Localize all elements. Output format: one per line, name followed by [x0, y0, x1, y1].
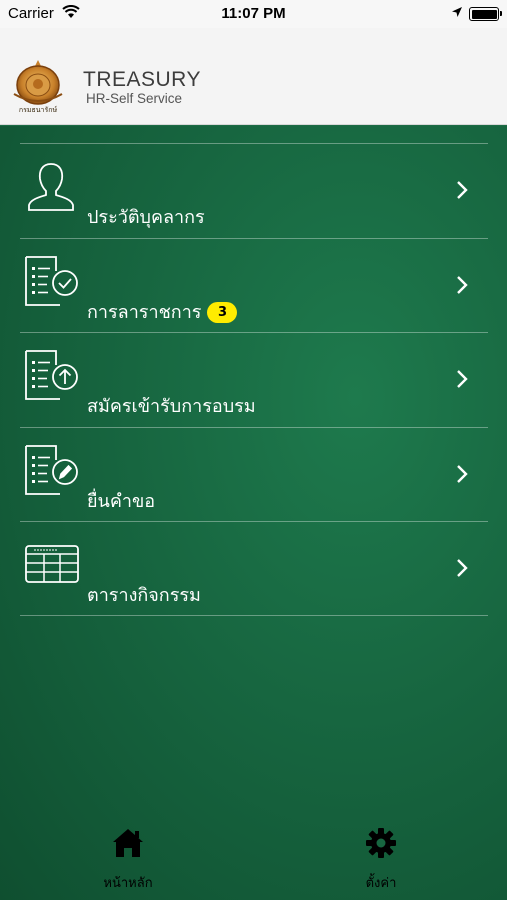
menu-item-activity-schedule[interactable]: ตารางกิจกรรม	[20, 521, 488, 616]
menu-item-leave[interactable]: การลาราชการ 3	[20, 237, 488, 333]
tab-settings-label: ตั้งค่า	[365, 876, 397, 891]
document-upload-icon	[25, 350, 78, 400]
treasury-logo: กรมธนารักษ์	[13, 60, 63, 114]
menu-label: ตารางกิจกรรม	[87, 585, 201, 606]
document-edit-icon	[25, 444, 78, 495]
app-header: กรมธนารักษ์ TREASURY HR-Self Service	[0, 28, 507, 125]
battery-icon	[469, 7, 502, 21]
chevron-right-icon	[457, 275, 468, 294]
chevron-right-icon	[457, 181, 468, 199]
menu-label: สมัครเข้ารับการอบรม	[87, 396, 256, 417]
calendar-table-icon	[25, 545, 79, 583]
main-menu: ประวัติบุคลากร การลาราชการ 3 สมัครเข้ารั…	[20, 143, 488, 616]
menu-item-personnel-history[interactable]: ประวัติบุคลากร	[20, 143, 488, 238]
chevron-right-icon	[457, 559, 468, 577]
menu-item-request[interactable]: ยื่นคำขอ	[20, 426, 488, 522]
document-check-icon	[25, 255, 78, 306]
status-time: 11:07 PM	[221, 5, 286, 22]
main-content: ประวัติบุคลากร การลาราชการ 3 สมัครเข้ารั…	[0, 126, 507, 900]
menu-label: การลาราชการ 3	[87, 297, 238, 326]
menu-label: ประวัติบุคลากร	[87, 207, 205, 228]
person-profile-icon	[28, 163, 74, 211]
tab-bar: หน้าหลัก ตั้งค่า	[0, 826, 507, 900]
chevron-right-icon	[457, 464, 468, 483]
home-icon	[113, 829, 143, 857]
chevron-right-icon	[457, 370, 468, 388]
tab-settings[interactable]: ตั้งค่า	[331, 826, 431, 893]
svg-text:กรมธนารักษ์: กรมธนารักษ์	[19, 106, 58, 114]
tab-home-label: หน้าหลัก	[103, 876, 153, 891]
menu-item-training[interactable]: สมัครเข้ารับการอบรม	[20, 332, 488, 427]
tab-home[interactable]: หน้าหลัก	[78, 826, 178, 893]
notification-badge: 3	[207, 301, 238, 323]
location-arrow-icon	[452, 7, 462, 17]
app-title: TREASURY	[83, 68, 201, 91]
menu-label: ยื่นคำขอ	[87, 490, 156, 512]
status-bar: Carrier 11:07 PM	[0, 0, 507, 28]
gear-icon	[366, 828, 396, 858]
app-subtitle: HR-Self Service	[86, 91, 183, 106]
